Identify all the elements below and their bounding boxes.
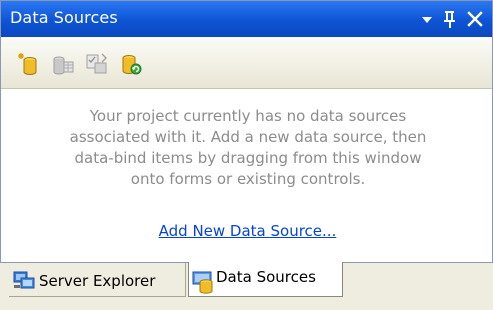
tool-window-tabstrip: Server Explorer Data Sources [0,262,493,310]
close-icon[interactable] [464,7,486,31]
message-line: data-bind items by dragging from this wi… [74,149,422,167]
data-sources-icon [192,268,216,298]
panel-title: Data Sources [10,8,118,27]
pin-icon[interactable] [439,7,461,31]
tab-label: Data Sources [216,268,316,286]
panel-content: Your project currently has no data sourc… [1,89,492,262]
configure-dataset-icon[interactable] [85,52,109,76]
chevron-down-icon[interactable] [416,7,438,31]
refresh-icon[interactable] [119,52,143,76]
tab-data-sources[interactable]: Data Sources [188,262,343,297]
tab-server-explorer[interactable]: Server Explorer [9,263,186,297]
panel-titlebar[interactable]: Data Sources [1,1,492,37]
message-line: Your project currently has no data sourc… [89,107,407,125]
empty-state-message: Your project currently has no data sourc… [26,106,470,190]
add-data-source-icon[interactable] [17,52,41,76]
edit-dataset-icon[interactable] [51,52,75,76]
server-explorer-icon [12,269,36,295]
tab-label: Server Explorer [39,272,156,290]
message-line: onto forms or existing controls. [130,170,366,188]
panel-toolbar [1,37,492,89]
message-line: associated with it. Add a new data sourc… [69,128,427,146]
add-new-data-source-link[interactable]: Add New Data Source... [1,221,493,241]
